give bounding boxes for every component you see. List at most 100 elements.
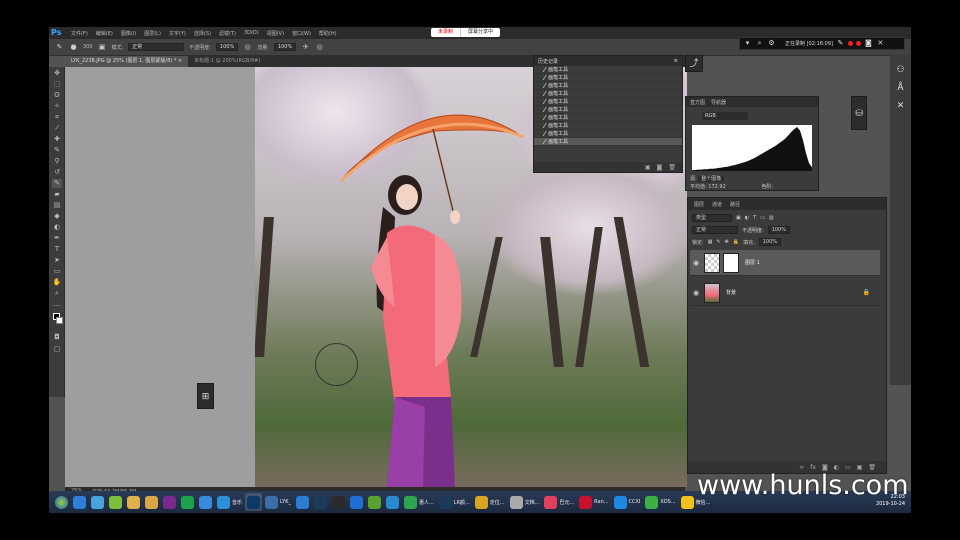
gradient-tool-icon[interactable]: ▤ <box>52 201 62 210</box>
screen-mode-icon[interactable]: ▢ <box>52 345 62 354</box>
eye-icon[interactable]: ◉ <box>690 289 702 297</box>
blur-tool-icon[interactable]: ◆ <box>52 212 62 221</box>
history-step[interactable]: ⁄ 画笔工具 <box>534 98 682 106</box>
people-icon[interactable]: ⚇ <box>895 65 906 76</box>
history-step[interactable]: ⁄ 画笔工具 <box>534 138 682 146</box>
pressure-size-icon[interactable]: ◎ <box>315 43 324 52</box>
layer-row-layer1[interactable]: ◉ 图层 1 <box>690 250 880 276</box>
tab-navigator[interactable]: 导航器 <box>711 99 726 106</box>
taskbar-app-button[interactable] <box>179 493 196 511</box>
taskbar-app-button[interactable]: Ran... <box>577 493 610 511</box>
tab-histogram[interactable]: 直方图 <box>690 99 705 106</box>
healing-tool-icon[interactable]: ✚ <box>52 135 62 144</box>
tools-cross-icon[interactable]: ✕ <box>895 101 906 112</box>
pressure-opacity-icon[interactable]: ◎ <box>243 43 252 52</box>
panel-menu-icon[interactable]: ≡ <box>674 58 678 64</box>
recorder-zoom-icon[interactable]: ⌕ <box>755 39 764 48</box>
taskbar-app-button[interactable] <box>245 493 263 511</box>
start-button[interactable] <box>53 493 70 511</box>
lock-transparency-icon[interactable]: ▦ <box>708 239 713 245</box>
taskbar-app-button[interactable]: CCXI <box>612 493 643 511</box>
lasso-tool-icon[interactable]: ʘ <box>52 91 62 100</box>
menu-select[interactable]: 选择(S) <box>190 30 215 37</box>
source-select[interactable]: 整个图像 <box>698 176 725 182</box>
brush-size-value[interactable]: 300 <box>83 44 93 50</box>
taskbar-app-button[interactable] <box>348 493 365 511</box>
recorder-settings-icon[interactable]: ⚙ <box>767 39 776 48</box>
brush-preset-icon[interactable]: ● <box>69 43 78 52</box>
quick-select-tool-icon[interactable]: ✧ <box>52 102 62 111</box>
record-dot-icon[interactable] <box>847 41 853 46</box>
history-step[interactable]: ⁄ 画笔工具 <box>534 130 682 138</box>
menu-help[interactable]: 帮助(H) <box>315 30 341 37</box>
eraser-tool-icon[interactable]: ▰ <box>52 190 62 199</box>
taskbar-app-button[interactable] <box>384 493 401 511</box>
lock-pixels-icon[interactable]: ✎ <box>716 239 720 245</box>
pen-tool-icon[interactable]: ✒ <box>52 234 62 243</box>
filter-smart-icon[interactable]: ▥ <box>769 215 774 221</box>
history-step[interactable]: ⁄ 画笔工具 <box>534 74 682 82</box>
taskbar-app-button[interactable]: 惠人... <box>402 493 436 511</box>
recorder-camera-icon[interactable]: ◙ <box>864 39 873 48</box>
recorder-pen-icon[interactable]: ✎ <box>836 39 845 48</box>
history-step[interactable]: ⁄ 画笔工具 <box>534 90 682 98</box>
zoom-tool-icon[interactable]: ⌕ <box>52 289 62 298</box>
blend-mode-select[interactable]: 正常 <box>692 226 738 234</box>
taskbar-app-button[interactable]: 文档... <box>508 493 542 511</box>
history-step[interactable]: ⁄ 画笔工具 <box>534 114 682 122</box>
background-color-swatch[interactable] <box>56 317 63 324</box>
eye-icon[interactable]: ◉ <box>690 259 702 267</box>
layer-opacity-field[interactable]: 100% <box>767 226 790 234</box>
menu-type[interactable]: 文字(Y) <box>165 30 190 37</box>
taskbar-app-button[interactable]: 定位... <box>473 493 507 511</box>
taskbar-app-button[interactable] <box>107 493 124 511</box>
filter-shape-icon[interactable]: ▭ <box>760 215 765 221</box>
menu-layer[interactable]: 图层(L) <box>140 30 165 37</box>
move-tool-icon[interactable]: ✥ <box>52 69 62 78</box>
menu-view[interactable]: 视图(V) <box>263 30 288 37</box>
taskbar-app-button[interactable]: 音乐 <box>215 493 244 511</box>
mode-select[interactable]: 正常 <box>128 43 185 51</box>
more-tools-icon[interactable]: … <box>52 300 62 309</box>
marquee-tool-icon[interactable]: ⬚ <box>52 80 62 89</box>
history-panel-toggle-icon[interactable]: ⤴ <box>685 55 703 72</box>
lock-position-icon[interactable]: ✥ <box>725 239 729 245</box>
layer-mask-thumbnail[interactable] <box>723 252 739 273</box>
taskbar-app-button[interactable] <box>89 493 106 511</box>
taskbar-app-button[interactable] <box>294 493 311 511</box>
taskbar-app-button[interactable]: 巴元... <box>542 493 576 511</box>
taskbar-app-button[interactable]: XDS... <box>643 493 677 511</box>
taskbar-app-button[interactable] <box>197 493 214 511</box>
stop-dot-icon[interactable] <box>855 41 861 46</box>
trash-icon[interactable]: 🗑 <box>668 164 676 171</box>
taskbar-app-button[interactable] <box>312 493 329 511</box>
flow-field[interactable]: 100% <box>273 43 297 51</box>
taskbar-app-button[interactable]: LR颜... <box>437 493 472 511</box>
menu-window[interactable]: 窗口(W) <box>288 30 315 37</box>
taskbar-app-button[interactable] <box>125 493 142 511</box>
eyedropper-tool-icon[interactable]: ⁄ <box>52 124 62 133</box>
tab-channels[interactable]: 通道 <box>712 201 722 208</box>
layer-row-background[interactable]: ◉ 背景 🔒 <box>690 280 880 306</box>
screen-share-button[interactable]: 屏幕分享中 <box>460 28 501 37</box>
fill-field[interactable]: 100% <box>758 238 782 246</box>
path-select-tool-icon[interactable]: ➤ <box>52 256 62 265</box>
tab-lyk2238[interactable]: LYK_2238.JPG @ 25% (图层 1, 图层蒙版/8) * × <box>65 56 189 67</box>
layer-filter-select[interactable]: 类型 <box>692 214 732 222</box>
menu-file[interactable]: 文件(F) <box>67 30 92 37</box>
filter-type-icon[interactable]: T <box>753 215 756 221</box>
brush-tool-icon[interactable]: ✎ <box>52 146 62 155</box>
brush-panel-icon[interactable]: ▣ <box>98 43 107 52</box>
clone-stamp-tool-icon[interactable]: ⚲ <box>52 157 62 166</box>
recorder-close-icon[interactable]: ✕ <box>876 39 885 48</box>
lock-all-icon[interactable]: 🔒 <box>733 239 739 245</box>
dodge-tool-icon[interactable]: ◐ <box>52 223 62 232</box>
taskbar-app-button[interactable]: LYK_ <box>263 493 293 511</box>
brush-tool-icon[interactable]: ✎ <box>55 43 64 52</box>
history-step[interactable]: ⁄ 画笔工具 <box>534 66 682 74</box>
history-step[interactable]: ⁄ 画笔工具 <box>534 82 682 90</box>
character-icon[interactable]: Å <box>895 83 906 94</box>
tab-layers[interactable]: 图层 <box>694 201 704 208</box>
history-step[interactable]: ⁄ 画笔工具 <box>534 106 682 114</box>
channel-select[interactable]: RGB <box>702 112 748 120</box>
